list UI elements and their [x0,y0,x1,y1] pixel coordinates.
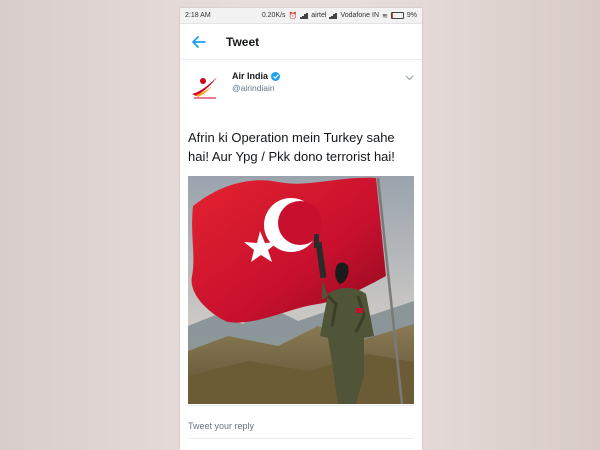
carrier-2: Vodafone IN [340,12,379,19]
author-name[interactable]: Air India [232,70,281,82]
reply-input[interactable]: Tweet your reply [188,421,254,431]
app-bar: Tweet [180,24,422,60]
carrier-1: airtel [311,12,327,19]
chevron-down-icon[interactable] [405,74,414,83]
author-handle[interactable]: @airindiain [232,82,280,94]
avatar[interactable] [188,72,222,102]
tweet-detail: Air India @airindiain Afrin ki Operation… [180,60,422,406]
signal-icon [300,12,308,19]
signal-icon-2 [329,12,337,19]
status-time: 2:18 AM [185,12,211,19]
airline-logo-icon [192,77,217,99]
tweet-photo[interactable] [188,176,414,404]
verified-badge-icon [271,71,281,81]
divider [188,405,414,406]
status-bar: 2:18 AM 0.20K/s ⏰ airtel Vodafone IN ≋ 9… [180,8,422,24]
arrow-left-icon[interactable] [190,33,208,51]
battery-level: 9% [406,12,417,19]
tweet-text: Afrin ki Operation mein Turkey sahe hai!… [188,130,395,164]
network-speed: 0.20K/s [261,12,286,19]
page-title: Tweet [226,34,260,49]
battery-icon [390,12,404,19]
reply-underline [188,438,414,439]
wifi-icon: ≋ [382,12,388,20]
tweet-author[interactable]: Air India @airindiain [188,60,414,104]
phone-screen: 2:18 AM 0.20K/s ⏰ airtel Vodafone IN ≋ 9… [180,8,422,450]
status-right: 0.20K/s ⏰ airtel Vodafone IN ≋ 9% [262,12,417,20]
alarm-icon: ⏰ [288,12,298,20]
